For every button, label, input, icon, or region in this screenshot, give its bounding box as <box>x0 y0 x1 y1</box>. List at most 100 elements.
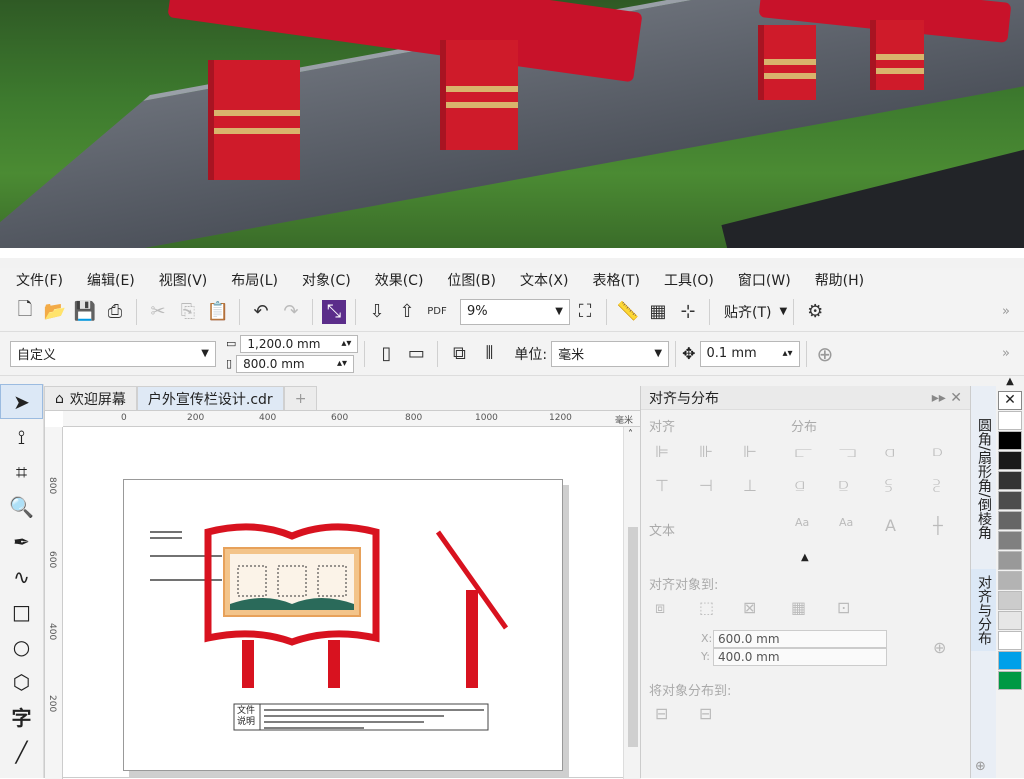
palette-scroll-up-icon[interactable]: ▲ <box>996 376 1024 390</box>
vertical-ruler[interactable]: 800 600 400 200 <box>45 427 63 779</box>
text-tool-icon[interactable]: 字 <box>0 699 43 734</box>
units-combo[interactable]: 毫米 ▼ <box>551 340 670 367</box>
color-swatch[interactable] <box>998 591 1022 610</box>
vertical-scrollbar[interactable]: ˄ <box>623 427 641 779</box>
distribute-bottom-icon[interactable]: ⫔ <box>933 476 940 496</box>
guidelines-icon[interactable]: ⊹ <box>673 297 703 327</box>
color-swatch[interactable] <box>998 571 1022 590</box>
distribute-to-page-icon[interactable]: ⊟ <box>699 704 712 723</box>
menu-bitmaps[interactable]: 位图(B) <box>447 270 496 290</box>
scroll-up-icon[interactable]: ˄ <box>628 429 633 440</box>
distribute-top-icon[interactable]: ⫑ <box>795 476 804 496</box>
color-swatch[interactable] <box>998 531 1022 550</box>
align-x-input[interactable]: 600.0 mm <box>713 630 887 648</box>
expand-arrow-icon[interactable]: ▲ <box>801 552 809 563</box>
color-swatch[interactable] <box>998 431 1022 450</box>
open-folder-icon[interactable]: 📂 <box>40 297 70 327</box>
menu-layout[interactable]: 布局(L) <box>231 270 278 290</box>
align-to-page-edge-icon[interactable]: ⬚ <box>699 598 714 617</box>
menu-file[interactable]: 文件(F) <box>16 270 63 290</box>
zoom-level-combo[interactable]: 9% ▼ <box>460 298 570 325</box>
menu-table[interactable]: 表格(T) <box>592 270 639 290</box>
color-swatch[interactable] <box>998 651 1022 670</box>
text-align-outline-icon[interactable]: ┼ <box>933 516 943 535</box>
sidetab-align[interactable]: 对齐与分布 <box>971 569 997 652</box>
current-page-icon[interactable]: ⫴ <box>474 339 504 369</box>
zoom-tool-icon[interactable]: 🔍 <box>0 489 43 524</box>
document-page[interactable]: 文件 说明 <box>123 479 563 771</box>
export-pdf-icon[interactable]: PDF <box>422 297 452 327</box>
distribute-middle-icon[interactable]: ⫒ <box>839 476 848 496</box>
distribute-vspacing-icon[interactable]: ⫓ <box>885 476 892 496</box>
distribute-left-icon[interactable]: ⫍ <box>795 442 812 462</box>
no-color-swatch[interactable]: ✕ <box>998 391 1022 410</box>
menu-window[interactable]: 窗口(W) <box>738 270 791 290</box>
save-icon[interactable]: 💾 <box>70 297 100 327</box>
menu-effects[interactable]: 效果(C) <box>375 270 424 290</box>
page-width-input[interactable]: 1,200.0 mm ▴▾ <box>240 334 359 353</box>
polygon-tool-icon[interactable]: ⬡ <box>0 664 43 699</box>
color-swatch[interactable] <box>998 631 1022 650</box>
chevron-down-icon[interactable]: ▼ <box>779 306 787 317</box>
menu-help[interactable]: 帮助(H) <box>815 270 864 290</box>
options-gear-icon[interactable]: ⚙ <box>800 297 830 327</box>
paste-icon[interactable]: 📋 <box>203 297 233 327</box>
add-docker-icon[interactable]: ⊕ <box>975 759 986 774</box>
menu-tools[interactable]: 工具(O) <box>664 270 714 290</box>
pick-tool-icon[interactable]: ➤ <box>0 384 43 419</box>
shape-tool-icon[interactable]: ⟟ <box>0 419 43 454</box>
color-swatch[interactable] <box>998 671 1022 690</box>
snap-to-button[interactable]: 贴齐(T) <box>724 302 771 322</box>
page-preset-combo[interactable]: 自定义 ▼ <box>10 340 216 367</box>
tab-document[interactable]: 户外宣传栏设计.cdr <box>136 386 284 410</box>
parallel-dimension-icon[interactable]: ╱ <box>0 734 43 769</box>
menu-edit[interactable]: 编辑(E) <box>87 270 135 290</box>
billboard-drawing[interactable] <box>124 480 564 772</box>
full-screen-icon[interactable]: ⛶ <box>570 297 600 327</box>
grid-icon[interactable]: ▦ <box>643 297 673 327</box>
distribute-to-selection-icon[interactable]: ⊟ <box>655 704 668 723</box>
align-bottom-icon[interactable]: ⊥ <box>743 476 757 495</box>
align-to-grid-icon[interactable]: ▦ <box>791 598 806 617</box>
menu-view[interactable]: 视图(V) <box>159 270 208 290</box>
new-document-icon[interactable]: 🗋 <box>10 297 40 327</box>
color-swatch[interactable] <box>998 551 1022 570</box>
copy-icon[interactable]: ⎘ <box>173 297 203 327</box>
text-align-first-baseline-icon[interactable]: Aa <box>795 516 809 529</box>
page-height-input[interactable]: 800.0 mm ▴▾ <box>236 354 355 373</box>
cut-icon[interactable]: ✂ <box>143 297 173 327</box>
redo-icon[interactable]: ↷ <box>276 297 306 327</box>
distribute-center-icon[interactable]: ⫎ <box>839 442 856 462</box>
export-icon[interactable]: ⇧ <box>392 297 422 327</box>
artistic-media-icon[interactable]: ∿ <box>0 559 43 594</box>
drawing-canvas[interactable]: 0 200 400 600 800 1000 1200 毫米 800 600 4… <box>44 410 641 779</box>
align-y-input[interactable]: 400.0 mm <box>713 648 887 666</box>
nudge-distance-input[interactable]: 0.1 mm ▴▾ <box>699 340 800 367</box>
tab-welcome[interactable]: ⌂ 欢迎屏幕 <box>44 386 137 410</box>
color-swatch[interactable] <box>998 511 1022 530</box>
sidetab-fillet[interactable]: 圆角/扇形角/倒棱角 <box>971 412 997 545</box>
distribute-right-icon[interactable]: ⫐ <box>933 442 942 462</box>
scrollbar-thumb[interactable] <box>628 527 638 747</box>
text-align-bbox-icon[interactable]: A <box>885 516 896 535</box>
portrait-icon[interactable]: ▯ <box>371 339 401 369</box>
align-left-icon[interactable]: ⊫ <box>655 442 669 461</box>
ellipse-tool-icon[interactable]: ○ <box>0 629 43 664</box>
align-to-page-center-icon[interactable]: ⊠ <box>743 598 756 617</box>
rulers-icon[interactable]: 📏 <box>613 297 643 327</box>
rectangle-tool-icon[interactable]: □ <box>0 594 43 629</box>
align-to-active-icon[interactable]: ⧈ <box>655 598 665 618</box>
align-to-point-icon[interactable]: ⊡ <box>837 598 850 617</box>
color-swatch[interactable] <box>998 471 1022 490</box>
new-tab-button[interactable]: + <box>283 386 318 410</box>
text-align-last-baseline-icon[interactable]: Aa <box>839 516 853 529</box>
collapse-icon[interactable]: ▸▸ <box>932 390 946 406</box>
menu-object[interactable]: 对象(C) <box>302 270 351 290</box>
color-swatch[interactable] <box>998 411 1022 430</box>
add-point-icon[interactable]: ⊕ <box>933 638 946 657</box>
color-swatch[interactable] <box>998 451 1022 470</box>
align-center-h-icon[interactable]: ⊪ <box>699 442 713 461</box>
add-page-icon[interactable]: ⊕ <box>817 342 834 366</box>
align-right-icon[interactable]: ⊩ <box>743 442 757 461</box>
undo-icon[interactable]: ↶ <box>246 297 276 327</box>
